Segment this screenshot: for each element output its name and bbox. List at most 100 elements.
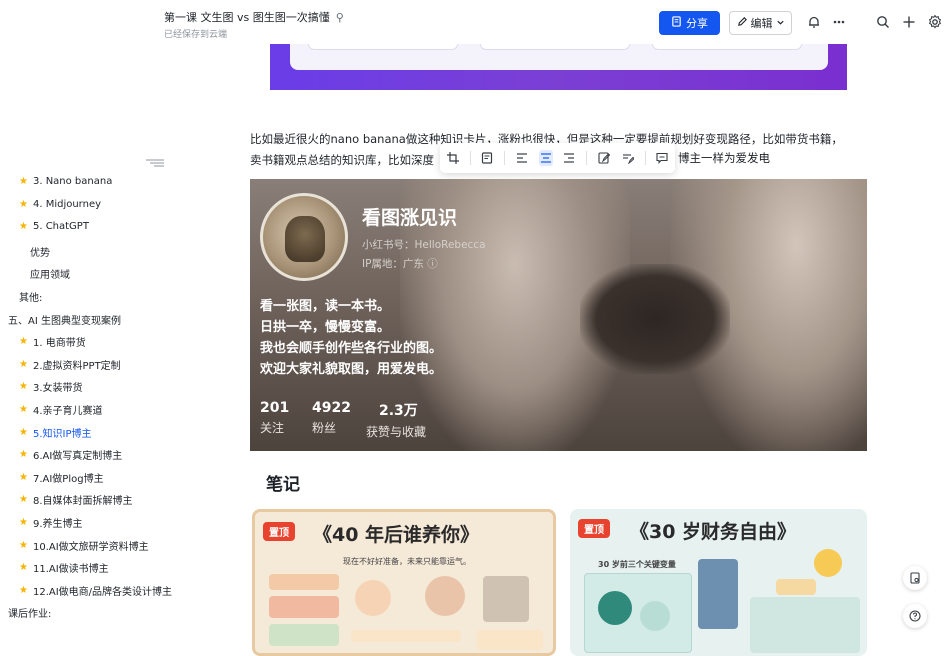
align-center-icon[interactable]: [538, 150, 553, 166]
bio-line: 看一张图，读一本书。: [260, 299, 391, 314]
toc-item[interactable]: 五、AI 生图典型变现案例: [8, 312, 121, 327]
toc-item[interactable]: ★ 3.女装带货: [19, 379, 83, 394]
toc-item[interactable]: 其他:: [19, 289, 42, 304]
toc-item[interactable]: ★ 12.AI做电商/品牌各类设计博主: [19, 583, 172, 598]
pin-icon[interactable]: ⚲: [336, 11, 344, 24]
share-button[interactable]: 分享: [659, 11, 720, 35]
stat-number: 4922: [312, 400, 351, 416]
star-icon: ★: [19, 336, 28, 348]
search-icon[interactable]: [874, 13, 892, 31]
note-card-title: 《30 岁财务自由》: [630, 521, 797, 543]
toc-item-label: 5. ChatGPT: [32, 221, 89, 233]
toc-item-label: 应用领域: [30, 270, 70, 282]
align-left-icon[interactable]: [515, 150, 529, 166]
toolbar-divider: [586, 151, 588, 165]
background-hat: [580, 264, 730, 374]
toc-item[interactable]: ★ 2.虚拟资料PPT定制: [19, 357, 121, 372]
star-icon: ★: [19, 426, 28, 438]
card-illustration: [269, 574, 339, 590]
collapse-toc-icon[interactable]: [146, 154, 164, 167]
toc-item[interactable]: ★ 1. 电商带货: [19, 334, 86, 349]
align-right-icon[interactable]: [563, 150, 577, 166]
profile-id: 小红书号：HelloRebecca: [362, 239, 486, 251]
share-label: 分享: [686, 17, 708, 30]
toc-item-label: 4.亲子育儿赛道: [32, 406, 103, 417]
star-icon: ★: [19, 471, 28, 483]
toc-item-label: 1. 电商带货: [32, 338, 86, 350]
star-icon: ★: [19, 404, 28, 415]
toc-item-label: 3. Nano banana: [32, 176, 113, 187]
edit-mode-button[interactable]: 编辑: [729, 11, 792, 35]
card-illustration: [477, 630, 543, 650]
toc-item[interactable]: ★ 3. Nano banana: [19, 176, 112, 187]
toc-item[interactable]: ★ 7.AI做Plog博主: [19, 470, 104, 485]
note-card-subtitle: 现在不好好准备，未来只能靠运气。: [343, 557, 471, 566]
toc-item[interactable]: ★ 5. ChatGPT: [19, 221, 89, 232]
more-options-icon[interactable]: [830, 13, 848, 31]
toc-item-label: 4. Midjourney: [32, 198, 102, 210]
toc-item-label: 优势: [30, 247, 50, 259]
toc-item[interactable]: ★ 9.养生博主: [19, 515, 83, 530]
help-button[interactable]: [903, 604, 927, 628]
pencil-icon: [737, 16, 748, 30]
toc-item[interactable]: ★ 5.知识IP博主: [19, 425, 92, 440]
toc-item[interactable]: 课后作业:: [8, 605, 51, 620]
toc-item-label: 8.自媒体封面拆解博主: [32, 496, 133, 508]
toc-item-label: 其他:: [19, 293, 43, 304]
toc-item[interactable]: 优势: [30, 244, 50, 259]
card-illustration: [750, 597, 860, 653]
stat-label: 粉丝: [312, 421, 337, 435]
bell-icon[interactable]: [805, 13, 823, 31]
star-icon: ★: [19, 176, 28, 187]
toc-item[interactable]: ★ 4. Midjourney: [19, 199, 101, 210]
toc-item[interactable]: ★ 4.亲子育儿赛道: [19, 402, 103, 417]
toc-item-label: 6.AI做写真定制博主: [32, 451, 123, 463]
replace-image-icon[interactable]: [621, 150, 635, 166]
toc-item[interactable]: ★ 10.AI做文旅研学资料博主: [19, 538, 149, 553]
toc-item[interactable]: ★ 6.AI做写真定制博主: [19, 447, 122, 462]
card-illustration: [355, 580, 391, 616]
profile-ip: IP属地：广东 ⓘ: [362, 258, 438, 270]
note-card[interactable]: 置顶 《30 岁财务自由》 30 岁前三个关键变量: [570, 509, 867, 656]
card-illustration: [814, 549, 842, 577]
stat-followers: 4922 粉丝: [312, 400, 351, 436]
star-icon: ★: [19, 562, 28, 574]
toc-item-label: 11.AI做读书博主: [32, 564, 109, 576]
bio-line: 我也会顺手创作些各行业的图。: [260, 341, 443, 356]
toc-item[interactable]: ★ 11.AI做读书博主: [19, 560, 109, 575]
toc-item-label: 2.虚拟资料PPT定制: [32, 360, 121, 372]
add-icon[interactable]: [900, 13, 918, 31]
top-bar: 第一课 文生图 vs 图生图一次搞懂 ⚲ 已经保存到云端 分享 编辑: [0, 0, 945, 44]
toc-item[interactable]: 应用领域: [30, 266, 70, 281]
note-card[interactable]: 置顶 《40 年后谁养你》 现在不好好准备，未来只能靠运气。: [252, 509, 556, 656]
stat-following: 201 关注: [260, 400, 289, 436]
toc-item-label: 5.知识IP博主: [32, 428, 92, 440]
help-icon: [909, 607, 921, 626]
doc-title-text: 第一课 文生图 vs 图生图一次搞懂: [164, 11, 330, 24]
annotate-icon[interactable]: [597, 150, 611, 166]
card-illustration: [269, 596, 339, 618]
chevron-down-icon: [776, 17, 785, 30]
edit-label: 编辑: [750, 17, 773, 30]
card-illustration: [640, 601, 670, 631]
stat-likes: 2.3万 获赞与收藏: [366, 400, 426, 440]
caption-icon[interactable]: [481, 150, 495, 166]
embedded-image-tab: [308, 44, 458, 50]
toc-item-label: 10.AI做文旅研学资料博主: [32, 541, 149, 553]
notes-heading: 笔记: [266, 475, 300, 495]
card-illustration: [483, 576, 529, 622]
doc-title[interactable]: 第一课 文生图 vs 图生图一次搞懂 ⚲: [164, 9, 344, 25]
doc-info-button[interactable]: [903, 566, 927, 590]
embedded-image-tab: [480, 44, 630, 50]
toc-item[interactable]: ★ 8.自媒体封面拆解博主: [19, 492, 133, 507]
star-icon: ★: [19, 449, 28, 461]
profile-screenshot-image[interactable]: 看图涨见识 小红书号：HelloRebecca IP属地：广东 ⓘ 看一张图，读…: [250, 179, 867, 451]
comment-icon[interactable]: [655, 150, 669, 166]
crop-icon[interactable]: [446, 150, 460, 166]
bio-line: 欢迎大家礼貌取图，用爱发电。: [260, 362, 443, 377]
image-floating-toolbar: [440, 143, 675, 173]
settings-icon[interactable]: [926, 13, 944, 31]
star-icon: ★: [19, 381, 28, 393]
pinned-badge: 置顶: [263, 522, 295, 541]
embedded-image-tab: [652, 44, 802, 50]
